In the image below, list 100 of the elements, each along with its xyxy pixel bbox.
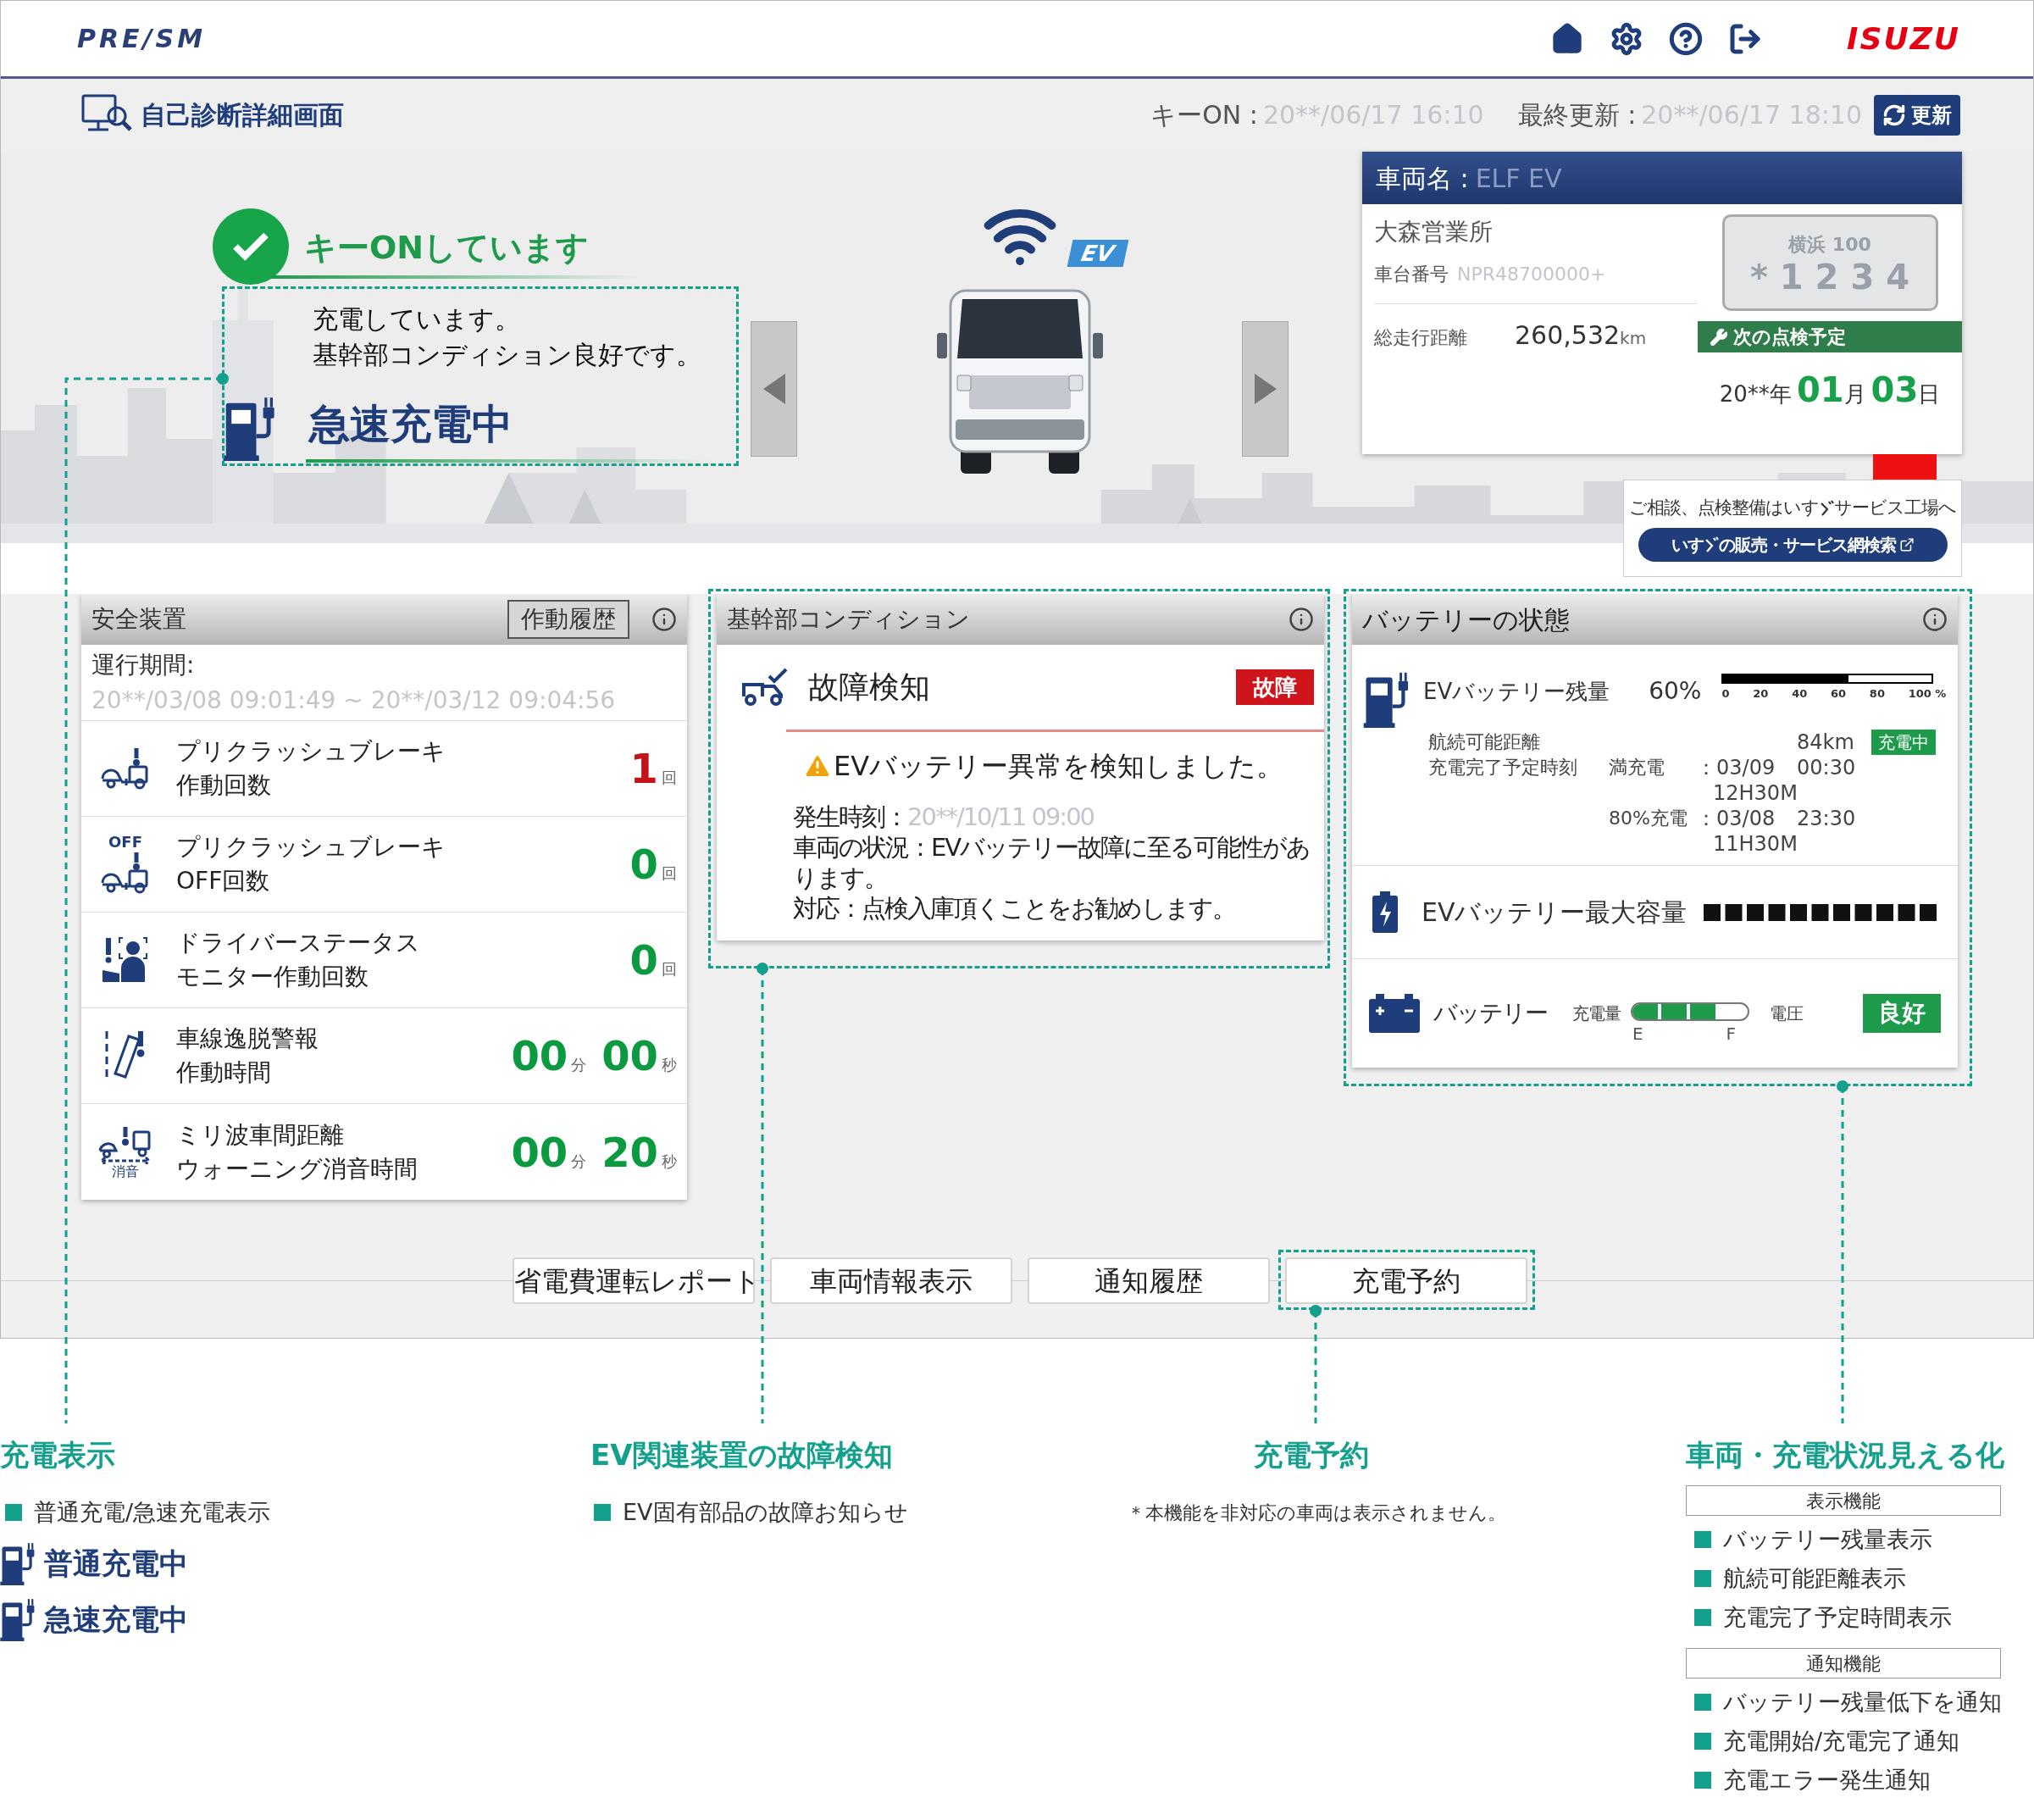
tick-label: 0 — [1721, 686, 1730, 702]
bullet-text: バッテリー残量低下を通知 — [1723, 1688, 2002, 1717]
mileage-unit: km — [1620, 327, 1647, 350]
status-message: 充電しています。 — [313, 303, 521, 336]
seconds-value: 00 — [601, 1031, 658, 1081]
mileage-label: 総走行距離 — [1374, 326, 1467, 350]
bullet-text: 充電エラー発生通知 — [1723, 1766, 1931, 1795]
distance-warning-icon — [98, 1124, 152, 1164]
condition-item: 故障検知 — [808, 669, 930, 706]
annotation-note: ＊本機能を非対応の車両は表示されません。 — [1127, 1501, 1507, 1525]
minutes-unit: 分 — [571, 1055, 587, 1075]
eta-duration: 12H30M — [1712, 780, 1797, 806]
minutes-value: 00 — [511, 1031, 568, 1081]
next-inspection-date: 20**年 01月 03 日 — [1719, 369, 1941, 411]
empty-label: E — [1632, 1023, 1643, 1046]
seconds-value: 20 — [601, 1127, 658, 1178]
eta-date: ：03/08 — [1696, 806, 1776, 831]
eta-kind: 80%充電 — [1609, 807, 1688, 830]
logo: PRE/SM — [77, 23, 206, 55]
eta-kind: 満充電 — [1609, 756, 1665, 780]
minutes-unit: 分 — [571, 1151, 587, 1172]
count-unit: 回 — [662, 863, 677, 884]
panel-title: バッテリーの状態 — [1362, 603, 1570, 636]
info-icon[interactable] — [651, 607, 677, 632]
safety-item-name: ウォーニング消音時間 — [176, 1153, 418, 1185]
bullet-text: 充電開始/充電完了通知 — [1723, 1727, 1960, 1756]
dealer-search-button[interactable]: いす の販売・サービス網検索 — [1638, 528, 1948, 563]
full-label: F — [1726, 1023, 1736, 1046]
bullet-text: 普通充電/急速充電表示 — [34, 1498, 271, 1527]
charging-example: 普通充電中 — [44, 1545, 188, 1582]
eta-time: 23:30 — [1797, 806, 1857, 831]
previous-button[interactable] — [751, 321, 797, 457]
key-on-label: キーON : — [1150, 99, 1258, 131]
seconds-unit: 秒 — [662, 1151, 677, 1172]
iteration-mark-icon — [1819, 498, 1834, 518]
refresh-button[interactable]: 更新 — [1874, 94, 1960, 136]
annotation-title: EV関連装置の故障検知 — [590, 1437, 894, 1473]
next-inspection-bar: 次の点検予定 — [1698, 321, 1962, 352]
tick-label: 40 — [1792, 686, 1808, 702]
status-title: キーONしています — [304, 227, 590, 268]
max-capacity-label: EVバッテリー最大容量 — [1422, 896, 1688, 929]
info-icon[interactable] — [1289, 607, 1314, 632]
safety-item-name: ミリ波車間距離 — [176, 1119, 345, 1151]
safety-item-name: プリクラッシュブレーキ — [176, 832, 446, 863]
seconds-unit: 秒 — [662, 1055, 677, 1075]
count-unit: 回 — [662, 959, 677, 979]
action-text: 対応：点検入庫頂くことをお勧めします。 — [793, 893, 1236, 924]
eta-time: 00:30 — [1797, 755, 1857, 780]
bullet-icon — [1694, 1570, 1711, 1587]
tick-label: 20 — [1753, 686, 1769, 702]
panel-title: 安全装置 — [91, 604, 186, 635]
count-unit: 回 — [662, 768, 677, 788]
collision-warning-icon — [101, 851, 150, 895]
charge-label: 充電量 — [1572, 1002, 1621, 1025]
safety-item-name: OFF回数 — [176, 866, 271, 896]
nav-button[interactable]: 省電費運転レポート — [513, 1257, 755, 1304]
nav-button[interactable]: 充電予約 — [1285, 1257, 1527, 1304]
annotation-title: 車両・充電状況見える化 — [1686, 1437, 2004, 1473]
dealer-message: ご相談、点検整備はいす — [1629, 496, 1819, 519]
info-icon[interactable] — [1922, 607, 1948, 632]
group-heading: 通知機能 — [1686, 1648, 2001, 1679]
nav-button[interactable]: 車両情報表示 — [770, 1257, 1012, 1304]
bullet-text: 航続可能距離表示 — [1723, 1564, 1906, 1593]
next-button[interactable] — [1242, 321, 1289, 457]
aux-battery-label: バッテリー — [1433, 998, 1547, 1029]
external-link-icon — [1898, 537, 1915, 553]
count-value: 1 — [629, 744, 658, 794]
help-icon[interactable] — [1669, 21, 1704, 56]
ev-badge: EV — [1067, 240, 1128, 267]
vehicle-name-label: 車両名 : — [1376, 162, 1469, 195]
safety-item-name: 車線逸脱警報 — [176, 1024, 319, 1054]
bullet-icon — [1694, 1609, 1711, 1626]
dealer-message: サービス工場へ — [1834, 496, 1956, 519]
vehicle-status-text: 車両の状況：EVバッテリー故障に至る可能性があります。 — [793, 832, 1311, 893]
eta-label: 充電完了予定時刻 — [1428, 756, 1578, 780]
nav-button[interactable]: 通知履歴 — [1028, 1257, 1270, 1304]
panel-title: 基幹部コンディション — [727, 604, 970, 635]
eta-duration: 11H30M — [1712, 831, 1797, 857]
ev-remaining-label: EVバッテリー残量 — [1423, 678, 1610, 706]
occurred-time: 20**/10/11 09:00 — [907, 802, 1095, 832]
safety-item-name: モニター作動回数 — [176, 962, 369, 992]
updated-label: 最終更新 : — [1517, 99, 1637, 131]
minutes-value: 00 — [511, 1127, 568, 1178]
occurred-label: 発生時刻： — [793, 802, 907, 832]
voltage-label: 電圧 — [1770, 1002, 1804, 1025]
period-value: 20**/03/08 09:01:49 ~ 20**/03/12 09:04:56 — [91, 685, 617, 716]
brand-logo: ISUZU — [1847, 19, 1960, 58]
bullet-icon — [1694, 1531, 1711, 1548]
annotation-title: 充電予約 — [1254, 1437, 1370, 1473]
bullet-icon — [1694, 1772, 1711, 1789]
page-title: 自己診断詳細画面 — [141, 99, 344, 131]
refresh-icon — [1882, 103, 1906, 127]
alert-message: EVバッテリー異常を検知しました。 — [834, 749, 1284, 784]
tick-label: 80 — [1869, 686, 1885, 702]
bullet-icon — [1694, 1694, 1711, 1711]
icon-label: 消音 — [112, 1163, 139, 1179]
chassis-label: 車台番号 — [1374, 263, 1449, 286]
charging-badge: 充電中 — [1871, 730, 1936, 755]
plate-number: * 1 2 3 4 — [1750, 258, 1909, 296]
history-button[interactable]: 作動履歴 — [507, 600, 629, 639]
